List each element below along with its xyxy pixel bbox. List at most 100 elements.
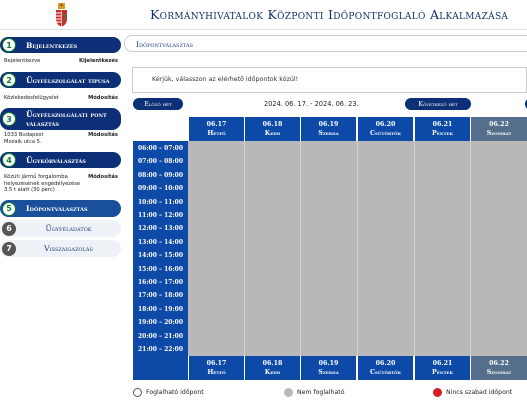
legend-unavailable: Nem foglalható bbox=[284, 388, 344, 397]
step-number: 6 bbox=[2, 221, 16, 236]
section-title: Időpontválasztás bbox=[136, 40, 194, 49]
step-service-point[interactable]: 3 Ügyfélszolgálati pont választás bbox=[0, 108, 121, 130]
logout-link[interactable]: Kijelentkezés bbox=[79, 58, 118, 65]
time-slot: 20:00 – 21:00 bbox=[137, 332, 183, 340]
unavailable-dot-icon bbox=[284, 388, 293, 397]
column-divider bbox=[470, 141, 471, 356]
step-number: 2 bbox=[2, 73, 16, 87]
step-label: Bejelentkezés bbox=[26, 40, 78, 50]
day-name: Szombat bbox=[486, 368, 512, 376]
day-header-saturday: 06.22 Szombat bbox=[470, 117, 527, 141]
section-header: Időpontválasztás bbox=[124, 35, 527, 52]
day-date: 06.19 bbox=[318, 360, 339, 367]
time-slot: 14:00 – 15:00 bbox=[137, 252, 183, 260]
day-name: Péntek bbox=[432, 129, 453, 137]
day-header-monday: 06.17 Hétfő bbox=[188, 117, 244, 141]
service-point-street: Mozaik utca 5. bbox=[4, 138, 42, 145]
time-slot: 18:00 – 19:00 bbox=[137, 305, 183, 313]
available-dot-icon bbox=[133, 388, 142, 397]
notice-text: Kérjük, válasszon az elérhető időpontok … bbox=[152, 76, 299, 83]
time-column: 06:00 – 07:00 07:00 – 08:00 08:00 – 09:0… bbox=[133, 141, 188, 356]
week-range: 2024. 06. 17. - 2024. 06. 23. bbox=[264, 100, 359, 108]
day-date: 06.17 bbox=[206, 121, 227, 128]
unavailable-slots-area bbox=[188, 141, 527, 356]
day-date: 06.21 bbox=[432, 360, 453, 367]
day-footer-tuesday: 06.18 Kedd bbox=[244, 356, 300, 380]
day-header-friday: 06.21 Péntek bbox=[414, 117, 470, 141]
case-line-3: 3.5 t alatt (30 perc) bbox=[4, 187, 55, 193]
calendar-header-bottom: 06.17 Hétfő 06.18 Kedd 06.19 Szerda 06.20 Cs… bbox=[133, 356, 527, 380]
service-type-value: Közlekedésfelügyelet bbox=[4, 95, 59, 101]
time-slot: 11:00 – 12:00 bbox=[137, 212, 183, 219]
day-footer-wednesday: 06.19 Szerda bbox=[300, 356, 356, 380]
next-week-button[interactable]: Következő hét bbox=[405, 98, 471, 110]
steps-sidebar: 1 Bejelentkezés Bejelentkezve Kijelentke… bbox=[0, 35, 121, 400]
time-slot: 15:00 – 16:00 bbox=[137, 265, 183, 273]
legend-available: Foglalható időpont bbox=[133, 388, 204, 397]
legend-no-free: Nincs szabad időpont bbox=[433, 388, 512, 397]
step-confirmation: 7 Visszaigazolás bbox=[0, 240, 121, 257]
day-footer-friday: 06.21 Péntek bbox=[414, 356, 470, 380]
step-case-selection[interactable]: 4 Ügykörválasztás bbox=[0, 152, 121, 168]
column-divider bbox=[244, 141, 245, 356]
calendar-header-top: 06.17 Hétfő 06.18 Kedd 06.19 Szerda 06.20 Cs… bbox=[133, 117, 527, 141]
time-slot: 10:00 – 11:00 bbox=[137, 198, 183, 206]
header-corner bbox=[133, 117, 188, 141]
step-label: Ügyfélszolgálat típusa bbox=[26, 75, 110, 85]
day-name: Kedd bbox=[264, 129, 281, 137]
login-summary: Bejelentkezve Kijelentkezés bbox=[4, 58, 118, 65]
step-number: 7 bbox=[2, 241, 16, 256]
day-name: Kedd bbox=[264, 368, 281, 376]
day-date: 06.21 bbox=[432, 121, 453, 128]
day-name: Szerda bbox=[318, 368, 339, 376]
day-name: Hétfő bbox=[207, 368, 226, 376]
modify-case-link[interactable]: Módosítás bbox=[88, 174, 118, 181]
day-name: Csütörtök bbox=[369, 368, 402, 376]
step-number: 5 bbox=[2, 201, 16, 216]
service-point-summary: 1033 Budapest Mozaik utca 5. Módosítás bbox=[4, 132, 118, 145]
hungarian-coat-of-arms-icon bbox=[56, 3, 67, 27]
day-date: 06.18 bbox=[262, 121, 283, 128]
service-type-summary: Közlekedésfelügyelet Módosítás bbox=[4, 95, 118, 102]
top-bar: Kormányhivatalok Központi Időpontfoglaló… bbox=[0, 0, 527, 30]
modify-service-type-link[interactable]: Módosítás bbox=[88, 95, 118, 102]
day-header-wednesday: 06.19 Szerda bbox=[300, 117, 356, 141]
time-slot: 06:00 – 07:00 bbox=[137, 145, 183, 152]
day-name: Szerda bbox=[318, 129, 339, 137]
modify-service-point-link[interactable]: Módosítás bbox=[88, 132, 118, 139]
day-name: Péntek bbox=[432, 368, 453, 376]
day-date: 06.20 bbox=[375, 121, 396, 128]
time-slot: 16:00 – 17:00 bbox=[137, 279, 183, 286]
day-footer-monday: 06.17 Hétfő bbox=[188, 356, 244, 380]
day-date: 06.22 bbox=[489, 121, 509, 128]
day-date: 06.19 bbox=[318, 121, 339, 128]
time-slot: 13:00 – 14:00 bbox=[137, 238, 183, 246]
time-slot: 09:00 – 10:00 bbox=[137, 185, 183, 193]
time-slot: 17:00 – 18:00 bbox=[137, 292, 183, 300]
legend-unavailable-label: Nem foglalható bbox=[297, 389, 345, 396]
day-date: 06.22 bbox=[489, 360, 509, 367]
step-number: 4 bbox=[2, 153, 16, 167]
day-date: 06.20 bbox=[375, 360, 396, 367]
step-appointment[interactable]: 5 Időpontválasztás bbox=[0, 200, 121, 217]
day-date: 06.17 bbox=[206, 360, 227, 367]
column-divider bbox=[414, 141, 415, 356]
no-free-dot-icon bbox=[433, 388, 442, 397]
previous-week-button[interactable]: Előző hét bbox=[133, 98, 183, 110]
day-header-thursday: 06.20 Csütörtök bbox=[357, 117, 413, 141]
legend-available-label: Foglalható időpont bbox=[146, 389, 204, 396]
step-customer-data: 6 Ügyféladatok bbox=[0, 220, 121, 237]
step-number: 1 bbox=[2, 38, 16, 52]
day-name: Csütörtök bbox=[369, 129, 402, 137]
app-title: Kormányhivatalok Központi Időpontfoglaló… bbox=[150, 7, 509, 22]
case-summary: Közúti jármű forgalomba helyezésének eng… bbox=[4, 174, 118, 194]
step-login[interactable]: 1 Bejelentkezés bbox=[0, 37, 121, 53]
day-footer-thursday: 06.20 Csütörtök bbox=[357, 356, 413, 380]
time-slot: 21:00 – 22:00 bbox=[137, 346, 183, 353]
legend-no-free-label: Nincs szabad időpont bbox=[446, 389, 513, 396]
time-slot: 12:00 – 13:00 bbox=[137, 225, 183, 233]
day-header-tuesday: 06.18 Kedd bbox=[244, 117, 300, 141]
step-service-type[interactable]: 2 Ügyfélszolgálat típusa bbox=[0, 72, 121, 88]
step-label: Ügyfélszolgálati pont választás bbox=[26, 110, 107, 128]
column-divider bbox=[300, 141, 301, 356]
